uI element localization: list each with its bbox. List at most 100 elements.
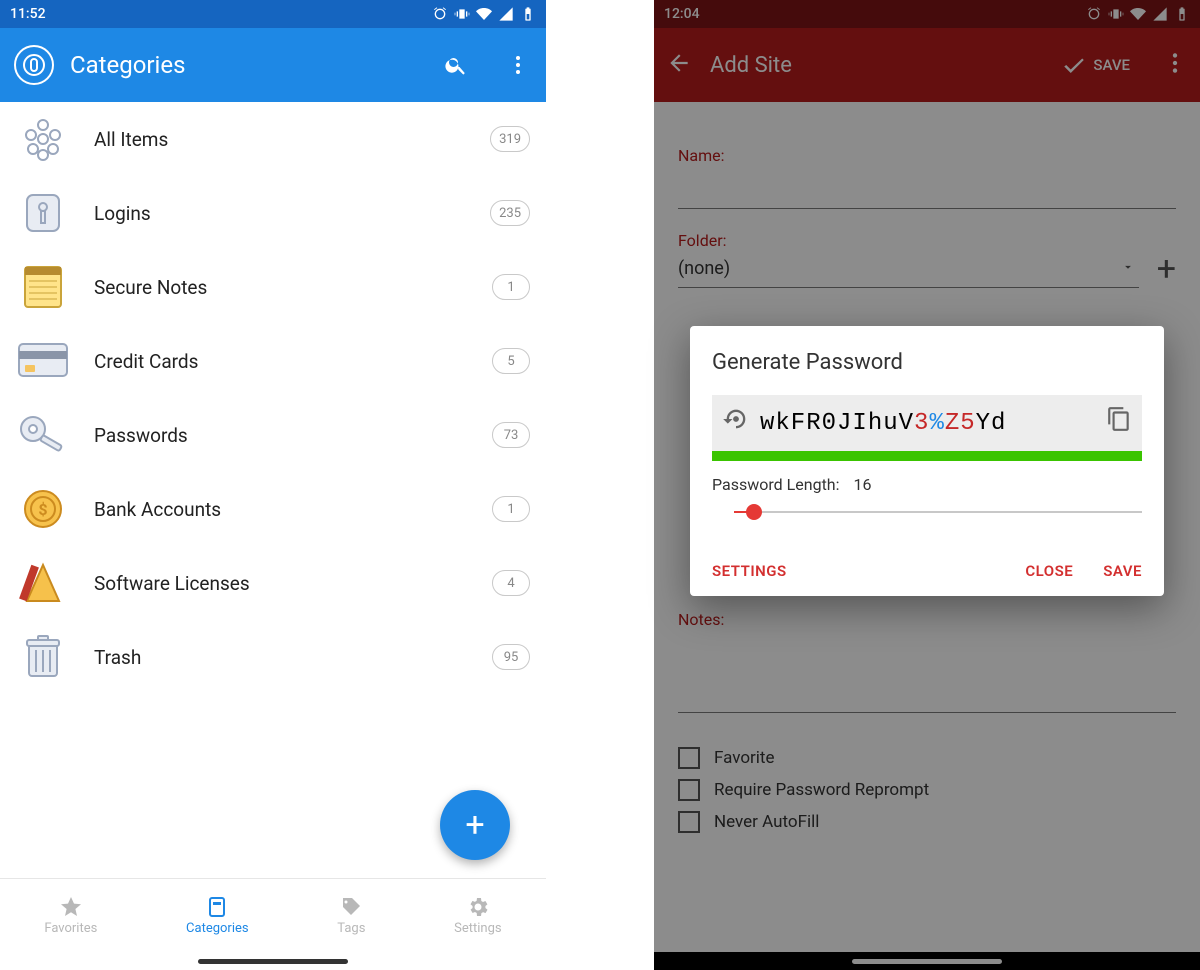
category-bank-accounts[interactable]: $ Bank Accounts 1 — [0, 472, 546, 546]
folder-label: Folder: — [678, 231, 1176, 250]
refresh-lock-icon — [722, 405, 750, 433]
more-vert-icon — [506, 53, 530, 77]
vibrate-icon — [454, 6, 470, 22]
tag-icon — [339, 895, 363, 919]
checkbox-icon — [678, 747, 700, 769]
alarm-icon — [432, 6, 448, 22]
back-button[interactable] — [666, 50, 692, 80]
name-input[interactable] — [678, 169, 1176, 209]
category-label: All Items — [94, 128, 466, 151]
tab-label: Tags — [337, 921, 365, 936]
category-all-items[interactable]: All Items 319 — [0, 102, 546, 176]
name-label: Name: — [678, 146, 1176, 165]
dialog-close-button[interactable]: CLOSE — [1025, 562, 1073, 580]
overflow-menu-button[interactable] — [504, 51, 532, 79]
categories-list: All Items 319 Logins 235 Secure Notes 1 … — [0, 102, 546, 878]
category-count: 95 — [492, 644, 530, 670]
arrow-back-icon — [666, 50, 692, 76]
secure-notes-icon — [16, 260, 70, 314]
folder-select[interactable]: (none) — [678, 250, 1139, 288]
tab-favorites[interactable]: Favorites — [44, 895, 97, 936]
notes-label: Notes: — [678, 610, 1176, 629]
category-count: 235 — [490, 200, 530, 226]
appbar-title: Categories — [70, 51, 408, 79]
checkbox-icon — [678, 811, 700, 833]
search-icon — [444, 53, 468, 77]
battery-icon — [1174, 6, 1190, 22]
category-secure-notes[interactable]: Secure Notes 1 — [0, 250, 546, 324]
star-icon — [59, 895, 83, 919]
tab-settings[interactable]: Settings — [454, 895, 501, 936]
category-trash[interactable]: Trash 95 — [0, 620, 546, 694]
tab-categories[interactable]: Categories — [186, 895, 249, 936]
category-label: Logins — [94, 202, 466, 225]
copy-button[interactable] — [1106, 406, 1132, 440]
category-count: 319 — [490, 126, 530, 152]
overflow-menu-button[interactable] — [1162, 50, 1188, 80]
never-autofill-checkbox[interactable]: Never AutoFill — [678, 811, 1176, 833]
checkbox-label: Require Password Reprompt — [714, 780, 929, 800]
vibrate-icon — [1108, 6, 1124, 22]
category-label: Passwords — [94, 424, 468, 447]
dialog-save-button[interactable]: SAVE — [1103, 562, 1142, 580]
regenerate-button[interactable] — [722, 405, 750, 441]
category-credit-cards[interactable]: Credit Cards 5 — [0, 324, 546, 398]
slider-thumb-icon — [746, 504, 762, 520]
category-count: 1 — [492, 274, 530, 300]
strength-bar — [712, 451, 1142, 461]
nav-bar — [654, 952, 1200, 970]
tab-tags[interactable]: Tags — [337, 895, 365, 936]
checkbox-label: Favorite — [714, 748, 775, 768]
generated-password-text: wkFR0JIhuV3%Z5Yd — [760, 410, 1096, 437]
favorite-checkbox[interactable]: Favorite — [678, 747, 1176, 769]
category-label: Secure Notes — [94, 276, 468, 299]
category-software-licenses[interactable]: Software Licenses 4 — [0, 546, 546, 620]
battery-icon — [520, 6, 536, 22]
length-slider[interactable] — [712, 502, 1142, 522]
generate-password-dialog: Generate Password wkFR0JIhuV3%Z5Yd Passw… — [690, 326, 1164, 596]
checkbox-icon — [678, 779, 700, 801]
alarm-icon — [1086, 6, 1102, 22]
credit-cards-icon — [16, 334, 70, 388]
category-label: Software Licenses — [94, 572, 468, 595]
wifi-icon — [476, 6, 492, 22]
signal-icon — [498, 6, 514, 22]
checkbox-label: Never AutoFill — [714, 812, 819, 832]
category-count: 4 — [492, 570, 530, 596]
notes-input[interactable] — [678, 633, 1176, 713]
search-button[interactable] — [442, 51, 470, 79]
more-vert-icon — [1162, 50, 1188, 76]
software-licenses-icon — [16, 556, 70, 610]
wifi-icon — [1130, 6, 1146, 22]
category-passwords[interactable]: Passwords 73 — [0, 398, 546, 472]
generated-password-box: wkFR0JIhuV3%Z5Yd — [712, 395, 1142, 451]
dialog-title: Generate Password — [712, 350, 1142, 375]
category-label: Bank Accounts — [94, 498, 468, 521]
tab-label: Favorites — [44, 921, 97, 936]
category-label: Credit Cards — [94, 350, 468, 373]
dialog-settings-button[interactable]: SETTINGS — [712, 562, 787, 580]
phone-1password: 11:52 Categories All Items 319 — [0, 0, 546, 970]
status-icons — [1086, 6, 1190, 22]
category-label: Trash — [94, 646, 468, 669]
save-button[interactable]: SAVE — [1061, 52, 1130, 78]
plus-icon: + — [465, 805, 484, 845]
app-logo-icon — [14, 45, 54, 85]
category-count: 1 — [492, 496, 530, 522]
copy-icon — [1106, 406, 1132, 432]
nav-bar — [0, 952, 546, 970]
category-count: 5 — [492, 348, 530, 374]
add-folder-button[interactable]: + — [1157, 252, 1176, 286]
gear-icon — [466, 895, 490, 919]
add-fab[interactable]: + — [440, 790, 510, 860]
app-bar: Categories — [0, 28, 546, 102]
status-icons — [432, 6, 536, 22]
reprompt-checkbox[interactable]: Require Password Reprompt — [678, 779, 1176, 801]
tab-label: Settings — [454, 921, 501, 936]
check-icon — [1061, 52, 1087, 78]
signal-icon — [1152, 6, 1168, 22]
status-bar: 11:52 — [0, 0, 546, 28]
category-logins[interactable]: Logins 235 — [0, 176, 546, 250]
tab-label: Categories — [186, 921, 249, 936]
length-label: Password Length: — [712, 475, 839, 494]
